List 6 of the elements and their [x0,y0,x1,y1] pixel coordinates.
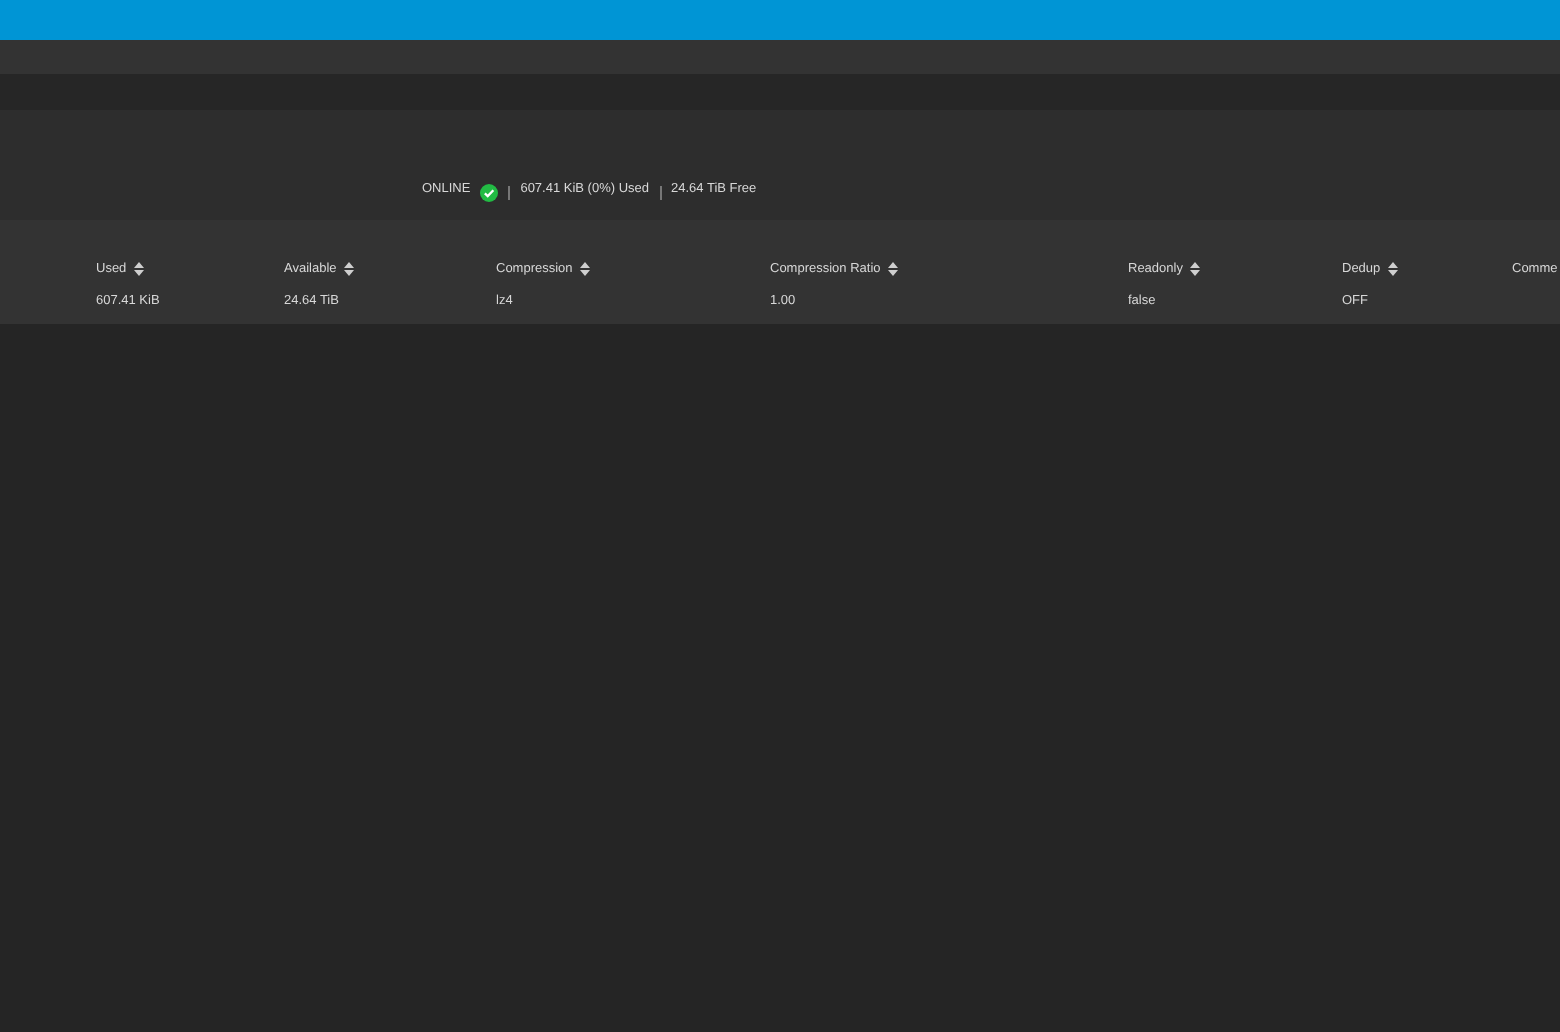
sort-icon[interactable] [344,262,355,277]
sort-icon[interactable] [1388,262,1399,277]
sort-icon[interactable] [580,262,591,277]
sort-icon[interactable] [1190,262,1201,277]
sort-icon[interactable] [888,262,899,277]
sort-icon[interactable] [134,262,145,277]
